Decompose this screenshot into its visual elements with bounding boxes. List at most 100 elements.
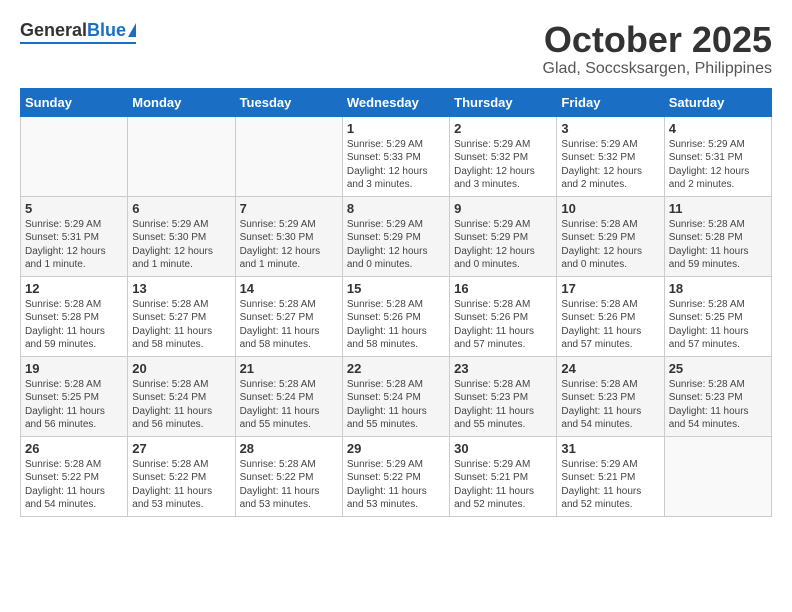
calendar-cell: 29 Sunrise: 5:29 AM Sunset: 5:22 PM Dayli… (342, 436, 449, 516)
logo-triangle-icon (128, 23, 136, 37)
calendar-week-row: 5 Sunrise: 5:29 AM Sunset: 5:31 PM Daylig… (21, 196, 772, 276)
day-info: Sunrise: 5:28 AM Sunset: 5:23 PM Dayligh… (561, 378, 659, 432)
calendar-cell (21, 116, 128, 196)
day-number: 4 (669, 121, 767, 136)
day-info: Sunrise: 5:28 AM Sunset: 5:22 PM Dayligh… (25, 458, 123, 512)
day-info: Sunrise: 5:28 AM Sunset: 5:25 PM Dayligh… (669, 298, 767, 352)
day-number: 12 (25, 281, 123, 296)
day-info: Sunrise: 5:28 AM Sunset: 5:26 PM Dayligh… (561, 298, 659, 352)
calendar-cell: 21Sunrise: 5:28 AM Sunset: 5:24 PM Dayli… (235, 356, 342, 436)
day-info: Sunrise: 5:28 AM Sunset: 5:22 PM Dayligh… (240, 458, 338, 512)
day-info: Sunrise: 5:28 AM Sunset: 5:28 PM Dayligh… (25, 298, 123, 352)
day-info: Sunrise: 5:28 AM Sunset: 5:24 PM Dayligh… (240, 378, 338, 432)
day-info: Sunrise: 5:29 AM Sunset: 5:22 PM Dayligh… (347, 458, 445, 512)
day-number: 19 (25, 361, 123, 376)
calendar-cell: 8 Sunrise: 5:29 AM Sunset: 5:29 PM Daylig… (342, 196, 449, 276)
location-title: Glad, Soccsksargen, Philippines (543, 60, 772, 78)
day-info: Sunrise: 5:29 AM Sunset: 5:32 PM Dayligh… (561, 138, 659, 192)
day-number: 16 (454, 281, 552, 296)
calendar-cell: 20Sunrise: 5:28 AM Sunset: 5:24 PM Dayli… (128, 356, 235, 436)
day-number: 7 (240, 201, 338, 216)
day-number: 8 (347, 201, 445, 216)
calendar-cell: 19 Sunrise: 5:28 AM Sunset: 5:25 PM Dayli… (21, 356, 128, 436)
calendar-cell: 18 Sunrise: 5:28 AM Sunset: 5:25 PM Dayli… (664, 276, 771, 356)
day-info: Sunrise: 5:28 AM Sunset: 5:23 PM Dayligh… (669, 378, 767, 432)
day-info: Sunrise: 5:29 AM Sunset: 5:29 PM Dayligh… (347, 218, 445, 272)
day-number: 24 (561, 361, 659, 376)
calendar-cell: 10 Sunrise: 5:28 AM Sunset: 5:29 PM Dayli… (557, 196, 664, 276)
day-info: Sunrise: 5:28 AM Sunset: 5:26 PM Dayligh… (347, 298, 445, 352)
day-info: Sunrise: 5:28 AM Sunset: 5:29 PM Dayligh… (561, 218, 659, 272)
day-info: Sunrise: 5:29 AM Sunset: 5:30 PM Dayligh… (240, 218, 338, 272)
day-number: 15 (347, 281, 445, 296)
day-info: Sunrise: 5:28 AM Sunset: 5:22 PM Dayligh… (132, 458, 230, 512)
day-info: Sunrise: 5:29 AM Sunset: 5:32 PM Dayligh… (454, 138, 552, 192)
day-info: Sunrise: 5:29 AM Sunset: 5:33 PM Dayligh… (347, 138, 445, 192)
day-number: 14 (240, 281, 338, 296)
day-info: Sunrise: 5:29 AM Sunset: 5:31 PM Dayligh… (669, 138, 767, 192)
calendar-table: SundayMondayTuesdayWednesdayThursdayFrid… (20, 88, 772, 517)
day-number: 17 (561, 281, 659, 296)
calendar-cell: 25 Sunrise: 5:28 AM Sunset: 5:23 PM Dayli… (664, 356, 771, 436)
calendar-cell: 1 Sunrise: 5:29 AM Sunset: 5:33 PM Daylig… (342, 116, 449, 196)
day-number: 28 (240, 441, 338, 456)
calendar-cell: 16 Sunrise: 5:28 AM Sunset: 5:26 PM Dayli… (450, 276, 557, 356)
calendar-cell (664, 436, 771, 516)
calendar-cell: 22 Sunrise: 5:28 AM Sunset: 5:24 PM Dayli… (342, 356, 449, 436)
calendar-cell: 30 Sunrise: 5:29 AM Sunset: 5:21 PM Dayli… (450, 436, 557, 516)
day-info: Sunrise: 5:28 AM Sunset: 5:27 PM Dayligh… (240, 298, 338, 352)
calendar-header-monday: Monday (128, 88, 235, 116)
calendar-cell: 27Sunrise: 5:28 AM Sunset: 5:22 PM Dayli… (128, 436, 235, 516)
calendar-header-thursday: Thursday (450, 88, 557, 116)
day-info: Sunrise: 5:28 AM Sunset: 5:24 PM Dayligh… (132, 378, 230, 432)
calendar-cell: 6Sunrise: 5:29 AM Sunset: 5:30 PM Daylig… (128, 196, 235, 276)
calendar-header-saturday: Saturday (664, 88, 771, 116)
day-number: 22 (347, 361, 445, 376)
day-info: Sunrise: 5:28 AM Sunset: 5:24 PM Dayligh… (347, 378, 445, 432)
logo: General Blue (20, 20, 136, 44)
calendar-week-row: 1 Sunrise: 5:29 AM Sunset: 5:33 PM Daylig… (21, 116, 772, 196)
day-number: 30 (454, 441, 552, 456)
day-info: Sunrise: 5:28 AM Sunset: 5:26 PM Dayligh… (454, 298, 552, 352)
day-number: 1 (347, 121, 445, 136)
page-header: General Blue October 2025 Glad, Soccsksa… (20, 20, 772, 78)
calendar-week-row: 26Sunrise: 5:28 AM Sunset: 5:22 PM Dayli… (21, 436, 772, 516)
logo-blue-text: Blue (87, 20, 126, 41)
day-number: 25 (669, 361, 767, 376)
day-info: Sunrise: 5:28 AM Sunset: 5:27 PM Dayligh… (132, 298, 230, 352)
day-number: 9 (454, 201, 552, 216)
calendar-cell: 9 Sunrise: 5:29 AM Sunset: 5:29 PM Daylig… (450, 196, 557, 276)
day-number: 18 (669, 281, 767, 296)
calendar-cell: 5 Sunrise: 5:29 AM Sunset: 5:31 PM Daylig… (21, 196, 128, 276)
logo-underline (20, 42, 136, 44)
calendar-cell: 31 Sunrise: 5:29 AM Sunset: 5:21 PM Dayli… (557, 436, 664, 516)
day-number: 13 (132, 281, 230, 296)
calendar-header-wednesday: Wednesday (342, 88, 449, 116)
calendar-cell (128, 116, 235, 196)
calendar-header-friday: Friday (557, 88, 664, 116)
day-number: 2 (454, 121, 552, 136)
calendar-cell: 11Sunrise: 5:28 AM Sunset: 5:28 PM Dayli… (664, 196, 771, 276)
day-number: 11 (669, 201, 767, 216)
day-info: Sunrise: 5:29 AM Sunset: 5:31 PM Dayligh… (25, 218, 123, 272)
day-info: Sunrise: 5:28 AM Sunset: 5:25 PM Dayligh… (25, 378, 123, 432)
day-number: 29 (347, 441, 445, 456)
day-number: 23 (454, 361, 552, 376)
calendar-cell: 13 Sunrise: 5:28 AM Sunset: 5:27 PM Dayli… (128, 276, 235, 356)
calendar-cell: 17 Sunrise: 5:28 AM Sunset: 5:26 PM Dayli… (557, 276, 664, 356)
title-block: October 2025 Glad, Soccsksargen, Philipp… (543, 20, 772, 78)
calendar-week-row: 12 Sunrise: 5:28 AM Sunset: 5:28 PM Dayli… (21, 276, 772, 356)
calendar-cell: 15 Sunrise: 5:28 AM Sunset: 5:26 PM Dayli… (342, 276, 449, 356)
calendar-cell: 26Sunrise: 5:28 AM Sunset: 5:22 PM Dayli… (21, 436, 128, 516)
calendar-cell: 28 Sunrise: 5:28 AM Sunset: 5:22 PM Dayli… (235, 436, 342, 516)
day-number: 10 (561, 201, 659, 216)
day-info: Sunrise: 5:29 AM Sunset: 5:21 PM Dayligh… (454, 458, 552, 512)
calendar-header-sunday: Sunday (21, 88, 128, 116)
calendar-cell: 12 Sunrise: 5:28 AM Sunset: 5:28 PM Dayli… (21, 276, 128, 356)
calendar-header-row: SundayMondayTuesdayWednesdayThursdayFrid… (21, 88, 772, 116)
day-number: 31 (561, 441, 659, 456)
day-number: 5 (25, 201, 123, 216)
day-info: Sunrise: 5:29 AM Sunset: 5:21 PM Dayligh… (561, 458, 659, 512)
day-info: Sunrise: 5:29 AM Sunset: 5:29 PM Dayligh… (454, 218, 552, 272)
calendar-header-tuesday: Tuesday (235, 88, 342, 116)
